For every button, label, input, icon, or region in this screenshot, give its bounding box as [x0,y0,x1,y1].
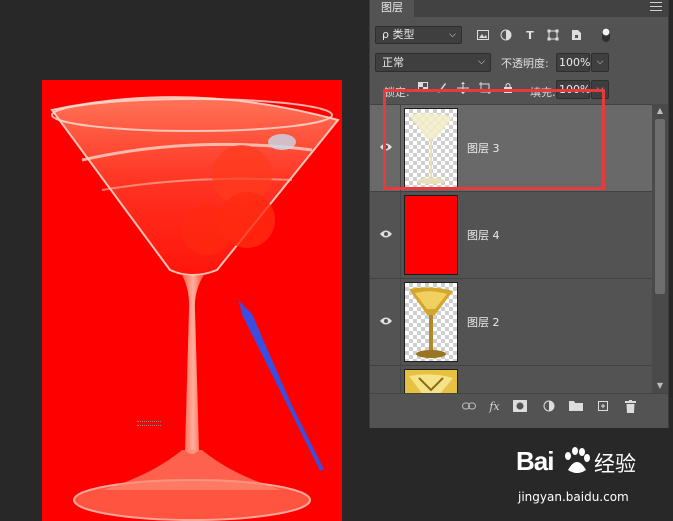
opacity-label: 不透明度: [501,57,549,70]
baidu-jingyan-watermark: Bai 经验 jingyan.baidu.com [510,446,650,516]
smart-object-filter-icon[interactable] [568,27,584,43]
layer-name: 图层 2 [467,316,500,329]
shape-filter-icon[interactable] [545,27,561,43]
image-filter-icon[interactable] [475,27,491,43]
jingyan-text: 经验 [594,452,636,476]
opacity-dropdown-button[interactable]: ⌵ [591,53,609,72]
type-filter-icon[interactable]: T [522,27,538,43]
scroll-down-icon[interactable]: ▼ [652,381,668,391]
baidu-logo-text: Bai [516,446,554,476]
adjustment-layer-icon[interactable] [541,400,556,414]
link-layers-icon[interactable] [461,400,476,414]
opacity-input[interactable]: 100% [556,53,590,72]
watermark-url: jingyan.baidu.com [518,490,629,504]
filter-kind-select[interactable]: ρ 类型 ⌵ [375,26,462,44]
layer-name: 图层 4 [467,229,500,242]
layer-row[interactable] [370,365,652,393]
delete-layer-icon[interactable] [623,400,638,414]
layers-panel: 图层 ρ 类型 ⌵ T 正常 ⌵ 不透明度: 100% ⌵ 锁定: 填充: 10… [369,0,669,428]
panel-menu-icon[interactable] [650,2,662,12]
layers-scrollbar[interactable]: ▲ ▼ [652,104,668,393]
adjustment-filter-icon[interactable] [498,27,514,43]
eye-icon[interactable] [379,316,393,326]
document-canvas[interactable] [42,80,342,521]
filter-kind-label: ρ 类型 [382,28,415,41]
filter-toggle-icon[interactable] [598,27,614,43]
chevron-down-icon: ⌵ [478,57,485,67]
panel-tab-bar: 图层 [370,0,668,17]
layer-mask-icon[interactable] [512,400,527,414]
layers-bottom-toolbar: fx [370,393,668,420]
chevron-down-icon: ⌵ [449,30,456,40]
blend-mode-value: 正常 [382,56,404,69]
eye-icon[interactable] [379,229,393,239]
scroll-thumb[interactable] [655,119,665,294]
layer-row[interactable]: 图层 2 [370,278,652,365]
panel-resize-grip[interactable] [137,421,161,426]
new-group-icon[interactable] [568,400,583,414]
layer-thumbnail [404,195,458,275]
new-layer-icon[interactable] [595,400,610,414]
layer-thumbnail [404,282,458,362]
scroll-up-icon[interactable]: ▲ [652,106,668,116]
martini-glass-image [50,96,340,521]
paw-logo-icon [565,447,590,473]
layer-row[interactable]: 图层 4 [370,191,652,278]
visibility-column [370,366,401,393]
tab-layers[interactable]: 图层 [370,0,414,17]
annotation-highlight-box [383,89,605,190]
layer-thumbnail [404,369,458,393]
blend-mode-select[interactable]: 正常 ⌵ [375,53,491,72]
fx-icon[interactable]: fx [487,400,502,414]
